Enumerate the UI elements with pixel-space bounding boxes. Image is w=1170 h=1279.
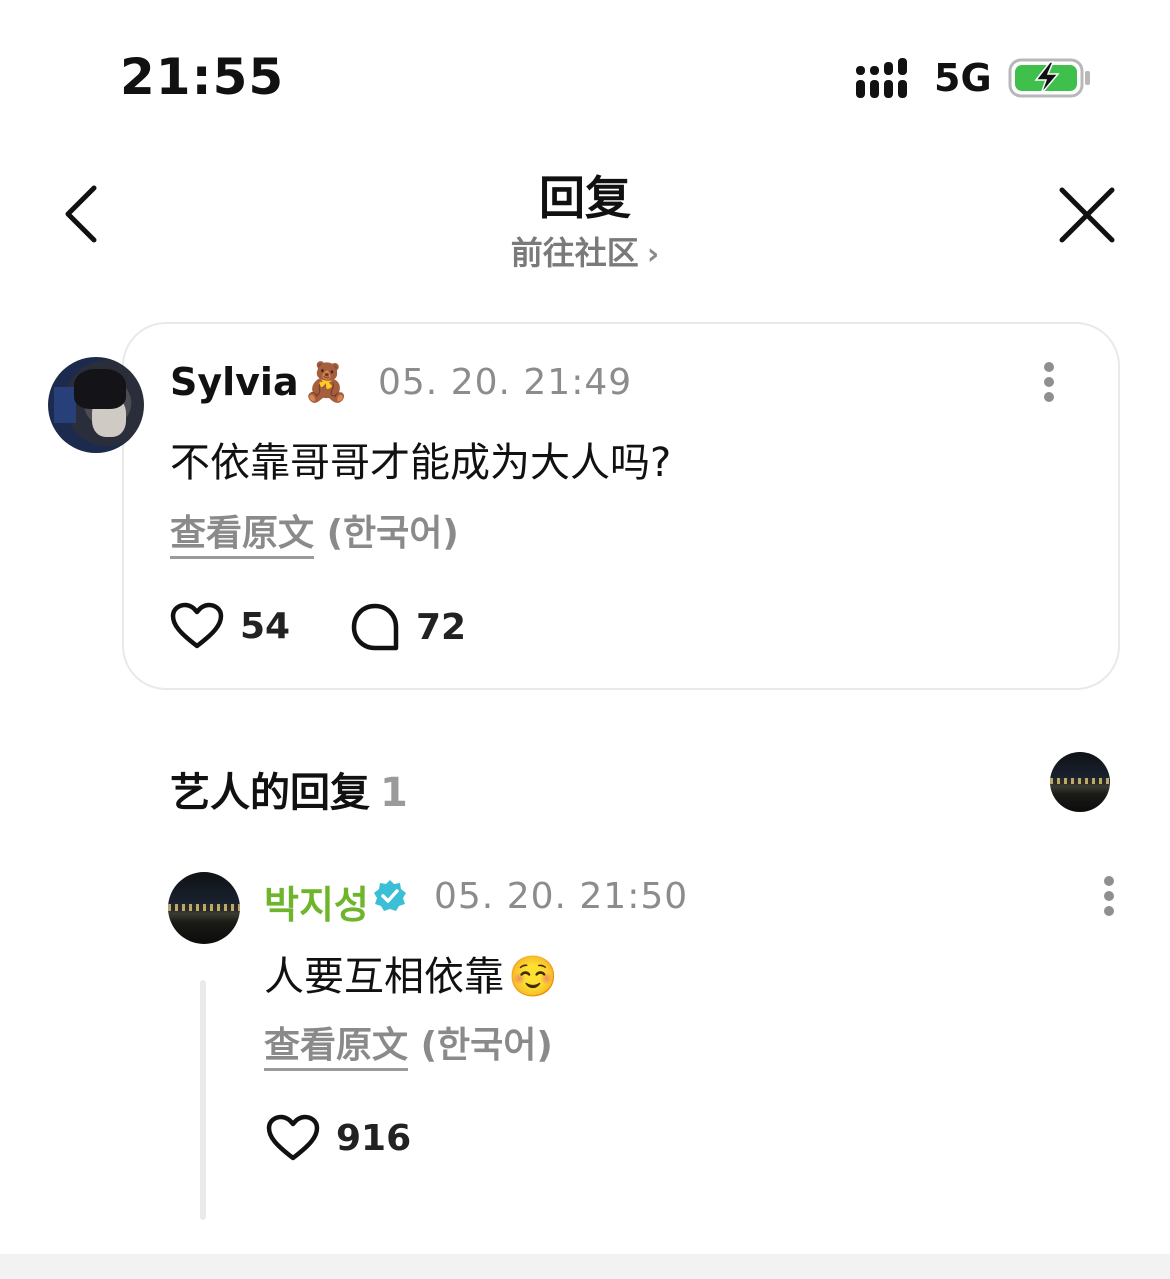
artist-replies-title: 艺人的回复 1 <box>170 760 408 818</box>
artist-avatar-small[interactable] <box>1050 752 1110 812</box>
view-original-link[interactable]: 查看原文 (한국어) <box>170 504 459 559</box>
heart-icon <box>266 1114 320 1161</box>
comment-button[interactable]: 72 <box>350 602 466 652</box>
original-language: (한국어) <box>420 1025 553 1066</box>
smiling-emoji: ☺️ <box>508 954 558 1000</box>
battery-charging-icon <box>1008 58 1090 98</box>
bottom-bar <box>0 1254 1170 1279</box>
city-lights <box>168 903 240 911</box>
go-to-community-link[interactable]: 前往社区 › <box>0 228 1170 274</box>
heart-icon <box>170 602 224 649</box>
more-icon[interactable] <box>1042 362 1056 406</box>
go-to-community-label: 前往社区 <box>510 234 639 272</box>
post-username-text: Sylvia <box>170 360 299 404</box>
city-lights <box>1050 778 1110 785</box>
comment-count: 72 <box>416 606 467 648</box>
verified-badge-icon <box>374 880 406 911</box>
chevron-right-icon: › <box>646 237 660 272</box>
original-language: (한국어) <box>326 513 459 554</box>
reply-timestamp: 05. 20. 21:50 <box>434 876 689 917</box>
like-button[interactable]: 916 <box>266 1114 411 1162</box>
post-text: 不依靠哥哥才能成为大人吗? <box>170 440 672 486</box>
teddy-bear-emoji: 🧸 <box>302 360 350 404</box>
close-button[interactable] <box>1056 184 1118 246</box>
post-timestamp: 05. 20. 21:49 <box>378 362 633 403</box>
view-original-label: 查看原文 <box>170 513 315 559</box>
avatar[interactable] <box>48 357 144 453</box>
artist-replies-count: 1 <box>380 770 408 816</box>
post-username[interactable]: Sylvia 🧸 <box>170 360 350 405</box>
view-original-link[interactable]: 查看原文 (한국어) <box>264 1016 553 1071</box>
comment-icon <box>351 603 399 651</box>
artist-username[interactable]: 박지성 <box>264 874 369 929</box>
reply-text: 人要互相依靠 ☺️ <box>264 944 558 1002</box>
like-count: 54 <box>240 605 291 647</box>
like-button[interactable]: 54 <box>170 602 290 650</box>
more-icon[interactable] <box>1102 876 1116 920</box>
view-original-label: 查看原文 <box>264 1025 409 1071</box>
reply-text-content: 人要互相依靠 <box>264 954 504 1000</box>
page-title: 回复 <box>539 171 631 225</box>
screen: 21:55 5G 回复 前往社区 › Sylvia 🧸 05. 20. 21:49 <box>0 0 1170 1279</box>
artist-replies-label: 艺人的回复 <box>170 770 370 816</box>
signal-icon <box>856 58 907 98</box>
thread-line <box>200 980 206 1220</box>
status-time: 21:55 <box>120 48 285 106</box>
avatar-hair <box>74 369 126 409</box>
like-count: 916 <box>336 1117 412 1159</box>
artist-avatar[interactable] <box>168 872 240 944</box>
avatar-background <box>54 387 76 423</box>
network-type: 5G <box>934 56 992 100</box>
